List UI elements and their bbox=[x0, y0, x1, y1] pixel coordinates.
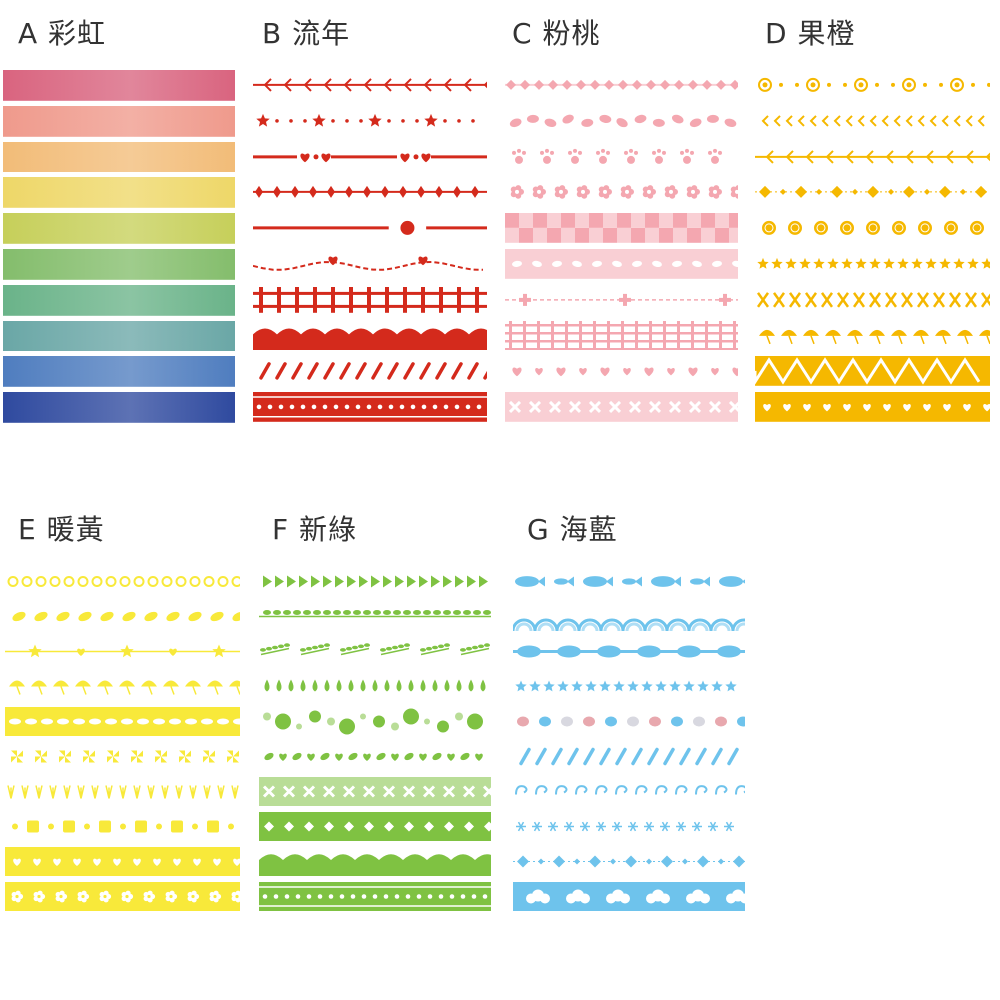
tape-strip bbox=[755, 285, 990, 315]
tape-strip bbox=[755, 142, 990, 172]
tape-strip bbox=[5, 567, 240, 596]
tape-strip bbox=[3, 105, 235, 137]
tape-strip bbox=[5, 637, 240, 666]
tape-strip bbox=[505, 70, 738, 100]
tape-strip bbox=[505, 356, 738, 386]
tape-strip bbox=[5, 742, 240, 771]
tape-strip bbox=[259, 742, 491, 771]
tape-strip bbox=[259, 567, 491, 596]
tape-strip bbox=[5, 812, 240, 841]
tape-strip bbox=[253, 106, 487, 136]
tape-set-g bbox=[513, 567, 745, 917]
tape-strip bbox=[3, 284, 235, 316]
set-title-c: C 粉桃 bbox=[512, 17, 601, 50]
tape-set-e bbox=[5, 567, 240, 917]
tape-strip bbox=[755, 70, 990, 100]
tape-strip bbox=[3, 356, 235, 388]
tape-strip bbox=[755, 106, 990, 136]
tape-strip bbox=[755, 321, 990, 351]
tape-strip bbox=[5, 707, 240, 736]
tape-strip bbox=[259, 707, 491, 736]
tape-strip bbox=[505, 142, 738, 172]
tape-strip bbox=[259, 847, 491, 876]
tape-strip bbox=[513, 847, 745, 876]
tape-strip bbox=[505, 285, 738, 315]
tape-strip bbox=[253, 392, 487, 422]
tape-strip bbox=[259, 637, 491, 666]
tape-strip bbox=[513, 742, 745, 771]
tape-strip bbox=[259, 812, 491, 841]
tape-strip bbox=[505, 249, 738, 279]
tape-strip bbox=[513, 777, 745, 806]
tape-strip bbox=[259, 602, 491, 631]
tape-strip bbox=[259, 777, 491, 806]
tape-strip bbox=[513, 602, 745, 631]
set-title-d: D 果橙 bbox=[765, 17, 856, 50]
tape-strip bbox=[259, 882, 491, 911]
tape-strip bbox=[513, 672, 745, 701]
tape-strip bbox=[755, 392, 990, 422]
tape-strip bbox=[5, 777, 240, 806]
tape-strip bbox=[505, 320, 738, 351]
tape-strip bbox=[253, 177, 487, 207]
tape-strip bbox=[3, 320, 235, 352]
set-title-f: F 新綠 bbox=[272, 513, 358, 546]
tape-strip bbox=[755, 249, 990, 279]
tape-set-a bbox=[3, 70, 235, 428]
tape-strip bbox=[253, 321, 487, 351]
tape-strip bbox=[513, 567, 745, 596]
tape-strip bbox=[253, 285, 487, 315]
tape-strip bbox=[253, 70, 487, 100]
set-title-b: B 流年 bbox=[262, 17, 351, 50]
tape-strip bbox=[513, 637, 745, 666]
tape-strip bbox=[253, 249, 487, 279]
tape-strip bbox=[3, 213, 235, 244]
tape-strip bbox=[505, 106, 738, 136]
set-title-e: E 暖黃 bbox=[18, 513, 105, 546]
tape-strip bbox=[755, 356, 990, 387]
tape-strip bbox=[253, 142, 487, 172]
tape-strip bbox=[3, 70, 235, 101]
tape-strip bbox=[3, 392, 235, 423]
tape-strip bbox=[505, 213, 738, 243]
tape-strip bbox=[5, 602, 240, 631]
tape-strip bbox=[5, 847, 240, 876]
set-title-a: A 彩虹 bbox=[18, 17, 107, 50]
tape-strip bbox=[513, 707, 745, 736]
tape-strip bbox=[755, 213, 990, 243]
set-title-g: G 海藍 bbox=[527, 513, 618, 546]
tape-strip bbox=[505, 392, 738, 422]
tape-set-f bbox=[259, 567, 491, 917]
tape-set-c bbox=[505, 70, 738, 428]
tape-strip bbox=[253, 213, 487, 243]
tape-strip bbox=[5, 882, 240, 911]
tape-strip bbox=[505, 177, 738, 207]
tape-strip bbox=[755, 177, 990, 207]
tape-strip bbox=[3, 141, 235, 173]
tape-strip bbox=[3, 177, 235, 209]
tape-strip bbox=[5, 672, 240, 701]
tape-strip bbox=[259, 672, 491, 701]
tape-set-b bbox=[253, 70, 487, 428]
tape-strip bbox=[513, 812, 745, 841]
tape-strip bbox=[3, 249, 235, 280]
tape-strip bbox=[513, 882, 745, 911]
tape-strip bbox=[253, 356, 487, 386]
tape-set-d bbox=[755, 70, 990, 428]
